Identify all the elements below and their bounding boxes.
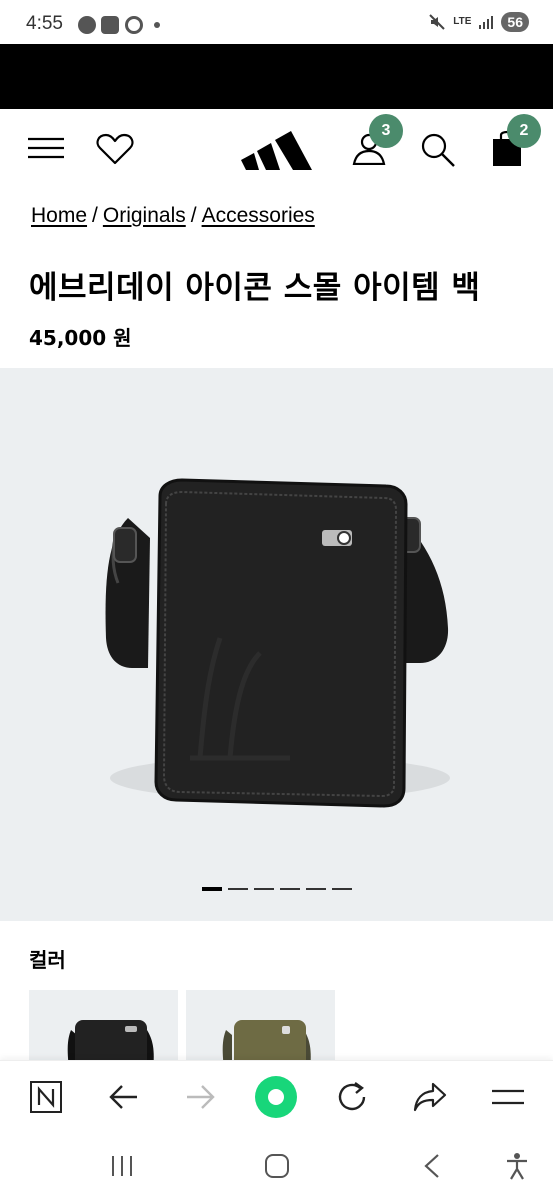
chrome-notification-icon [125,16,143,34]
forward-arrow-icon [187,1085,215,1109]
carousel-dot-6[interactable] [332,888,352,890]
carousel-dot-5[interactable] [306,888,326,890]
refresh-button[interactable] [330,1075,374,1119]
accessibility-button[interactable] [497,1148,537,1184]
back-nav-button[interactable] [412,1148,452,1184]
recents-icon [112,1156,132,1176]
browser-toolbar [0,1060,553,1132]
share-icon [413,1082,447,1112]
back-button[interactable] [102,1075,146,1119]
recents-button[interactable] [102,1148,142,1184]
carousel-dot-1[interactable] [202,887,222,891]
mute-icon [429,14,445,30]
green-dot-button[interactable] [254,1075,298,1119]
swatch-black-bag-image [67,1020,154,1070]
accessibility-icon [507,1153,527,1180]
carousel-dot-2[interactable] [228,888,248,890]
home-icon [265,1154,289,1178]
adidas-logo[interactable] [241,125,312,174]
record-icon [255,1076,297,1118]
back-arrow-icon [109,1085,137,1109]
android-nav-bar [0,1132,553,1200]
breadcrumb-accessories[interactable]: Accessories [202,204,315,228]
carousel-dot-3[interactable] [254,888,274,890]
product-photo-bag [105,478,450,808]
breadcrumb-originals[interactable]: Originals [103,204,186,228]
color-heading: 컬러 [29,948,66,972]
heart-icon [96,133,134,165]
color-swatch-black[interactable] [29,990,178,1070]
naver-n-icon [30,1081,62,1113]
carousel-dot-4[interactable] [280,888,300,890]
naver-home-button[interactable] [24,1075,68,1119]
status-time: 4:55 [26,13,63,34]
product-title: 에브리데이 아이콘 스몰 아이템 백 [29,270,481,306]
menu-lines-icon [492,1089,524,1105]
network-type: LTE [453,16,472,27]
site-header: 3 2 [0,109,553,191]
home-button[interactable] [257,1148,297,1184]
share-button[interactable] [408,1075,452,1119]
product-price: 45,000 원 [29,326,132,350]
app-notification-icon [101,16,119,34]
signal-icon [479,16,494,29]
promo-banner[interactable] [0,44,553,109]
more-notifications-dot [154,22,160,28]
menu-icon [28,137,64,159]
breadcrumb-home[interactable]: Home [31,204,87,228]
breadcrumb-separator: / [92,204,98,227]
carousel-indicator [202,887,352,891]
forward-button[interactable] [178,1075,222,1119]
breadcrumb-separator: / [190,204,197,227]
battery-level: 56 [501,12,529,32]
account-badge: 3 [369,114,403,148]
refresh-icon [338,1082,366,1111]
search-icon [421,133,455,167]
adidas-logo-icon [241,131,312,170]
back-icon [424,1154,439,1178]
breadcrumb: Home / Originals / Accessories [31,204,315,228]
wishlist-button[interactable] [96,133,134,169]
search-button[interactable] [420,132,456,172]
chat-notification-icon [78,16,96,34]
menu-button[interactable] [28,137,64,163]
cart-badge: 2 [507,114,541,148]
status-bar: 4:55 LTE 56 [0,0,553,44]
status-indicators: LTE 56 [428,12,529,32]
product-image-carousel[interactable] [0,368,553,921]
color-swatch-olive[interactable] [186,990,335,1070]
browser-menu-button[interactable] [486,1075,530,1119]
swatch-olive-bag-image [222,1020,311,1070]
